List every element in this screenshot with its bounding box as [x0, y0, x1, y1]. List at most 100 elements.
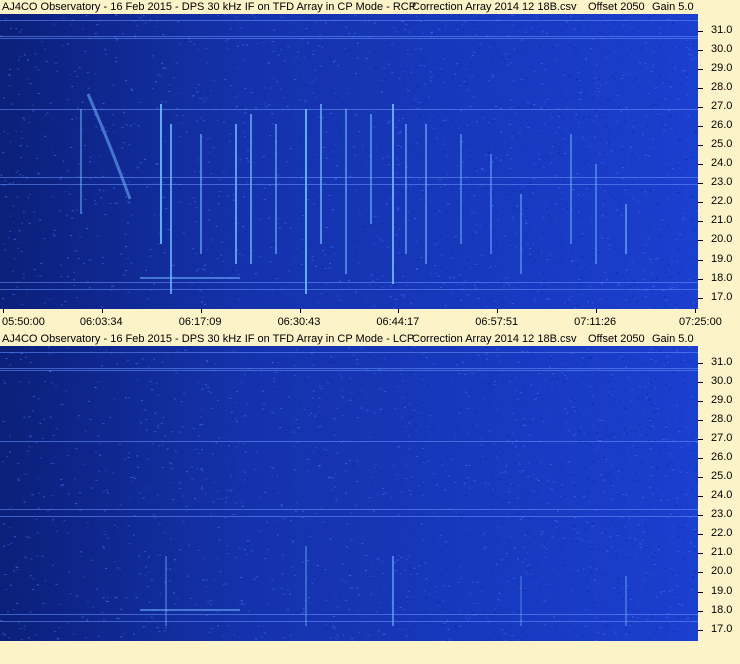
noise-speckle [266, 603, 269, 605]
noise-speckle [418, 565, 421, 566]
noise-speckle [637, 87, 640, 88]
noise-speckle [663, 305, 666, 307]
noise-speckle [243, 603, 245, 605]
noise-speckle [441, 125, 443, 127]
noise-speckle [22, 273, 25, 275]
noise-speckle [526, 573, 529, 575]
noise-speckle [628, 605, 631, 607]
noise-speckle [341, 390, 344, 391]
noise-speckle [666, 355, 669, 357]
noise-speckle [679, 83, 682, 85]
noise-speckle [641, 252, 644, 254]
noise-speckle [497, 420, 500, 421]
noise-speckle [524, 422, 527, 424]
noise-speckle [202, 579, 205, 581]
noise-speckle [230, 469, 233, 471]
noise-speckle [501, 629, 504, 631]
noise-speckle [134, 34, 137, 36]
noise-speckle [495, 389, 498, 391]
noise-speckle [163, 492, 166, 494]
noise-speckle [63, 447, 66, 449]
noise-speckle [586, 159, 589, 161]
noise-speckle [55, 385, 57, 387]
noise-speckle [229, 85, 232, 87]
noise-speckle [28, 253, 31, 255]
noise-speckle [494, 148, 497, 150]
noise-speckle [465, 495, 468, 497]
noise-speckle [307, 42, 309, 44]
noise-speckle [566, 21, 569, 23]
noise-speckle [387, 348, 389, 350]
noise-speckle [3, 427, 6, 429]
noise-speckle [333, 95, 336, 97]
noise-speckle [386, 395, 389, 397]
noise-speckle [121, 418, 124, 420]
noise-speckle [37, 69, 40, 71]
noise-speckle [308, 22, 311, 24]
noise-speckle [272, 137, 275, 139]
noise-speckle [144, 158, 146, 160]
noise-speckle [471, 54, 474, 56]
noise-speckle [427, 489, 430, 491]
noise-speckle [202, 598, 205, 600]
noise-speckle [422, 462, 425, 464]
noise-speckle [156, 107, 159, 109]
noise-speckle [525, 237, 528, 239]
noise-speckle [260, 95, 263, 97]
noise-speckle [36, 615, 39, 617]
noise-speckle [648, 428, 651, 430]
noise-speckle [92, 605, 94, 607]
noise-speckle [437, 601, 440, 603]
noise-speckle [318, 406, 321, 408]
noise-speckle [116, 39, 119, 41]
noise-speckle [587, 590, 590, 592]
noise-speckle [590, 99, 593, 101]
noise-speckle [475, 121, 478, 123]
noise-speckle [44, 414, 47, 416]
noise-speckle [444, 24, 447, 26]
noise-speckle [620, 549, 623, 551]
noise-speckle [326, 382, 329, 384]
noise-speckle [682, 352, 685, 354]
noise-speckle [616, 121, 619, 123]
noise-speckle [147, 33, 150, 35]
noise-speckle [387, 48, 390, 50]
noise-speckle [530, 443, 533, 445]
noise-speckle [181, 189, 184, 191]
noise-speckle [413, 567, 416, 569]
noise-speckle [627, 271, 630, 273]
noise-speckle [86, 460, 89, 462]
noise-speckle [112, 527, 115, 529]
noise-speckle [53, 23, 56, 25]
noise-speckle [81, 28, 84, 30]
noise-speckle [217, 14, 220, 16]
noise-speckle [37, 478, 39, 480]
noise-speckle [622, 148, 625, 150]
noise-speckle [366, 409, 369, 411]
noise-speckle [607, 144, 610, 146]
noise-speckle [153, 146, 156, 148]
noise-speckle [73, 285, 76, 286]
noise-speckle [677, 153, 680, 155]
noise-speckle [70, 549, 73, 551]
noise-speckle [246, 390, 249, 392]
noise-speckle [217, 483, 220, 485]
noise-speckle [345, 481, 348, 483]
noise-speckle [134, 584, 137, 586]
noise-speckle [140, 99, 143, 101]
noise-speckle [545, 263, 547, 265]
noise-speckle [579, 439, 581, 441]
noise-speckle [382, 275, 384, 277]
noise-speckle [314, 578, 317, 580]
noise-speckle [150, 506, 153, 508]
noise-speckle [459, 578, 462, 580]
noise-speckle [85, 637, 87, 639]
noise-speckle [189, 181, 191, 183]
noise-speckle [9, 451, 12, 453]
noise-speckle [630, 162, 633, 164]
noise-speckle [509, 99, 512, 101]
noise-speckle [292, 431, 295, 433]
noise-speckle [3, 267, 6, 269]
noise-speckle [235, 269, 238, 271]
noise-speckle [356, 143, 359, 145]
